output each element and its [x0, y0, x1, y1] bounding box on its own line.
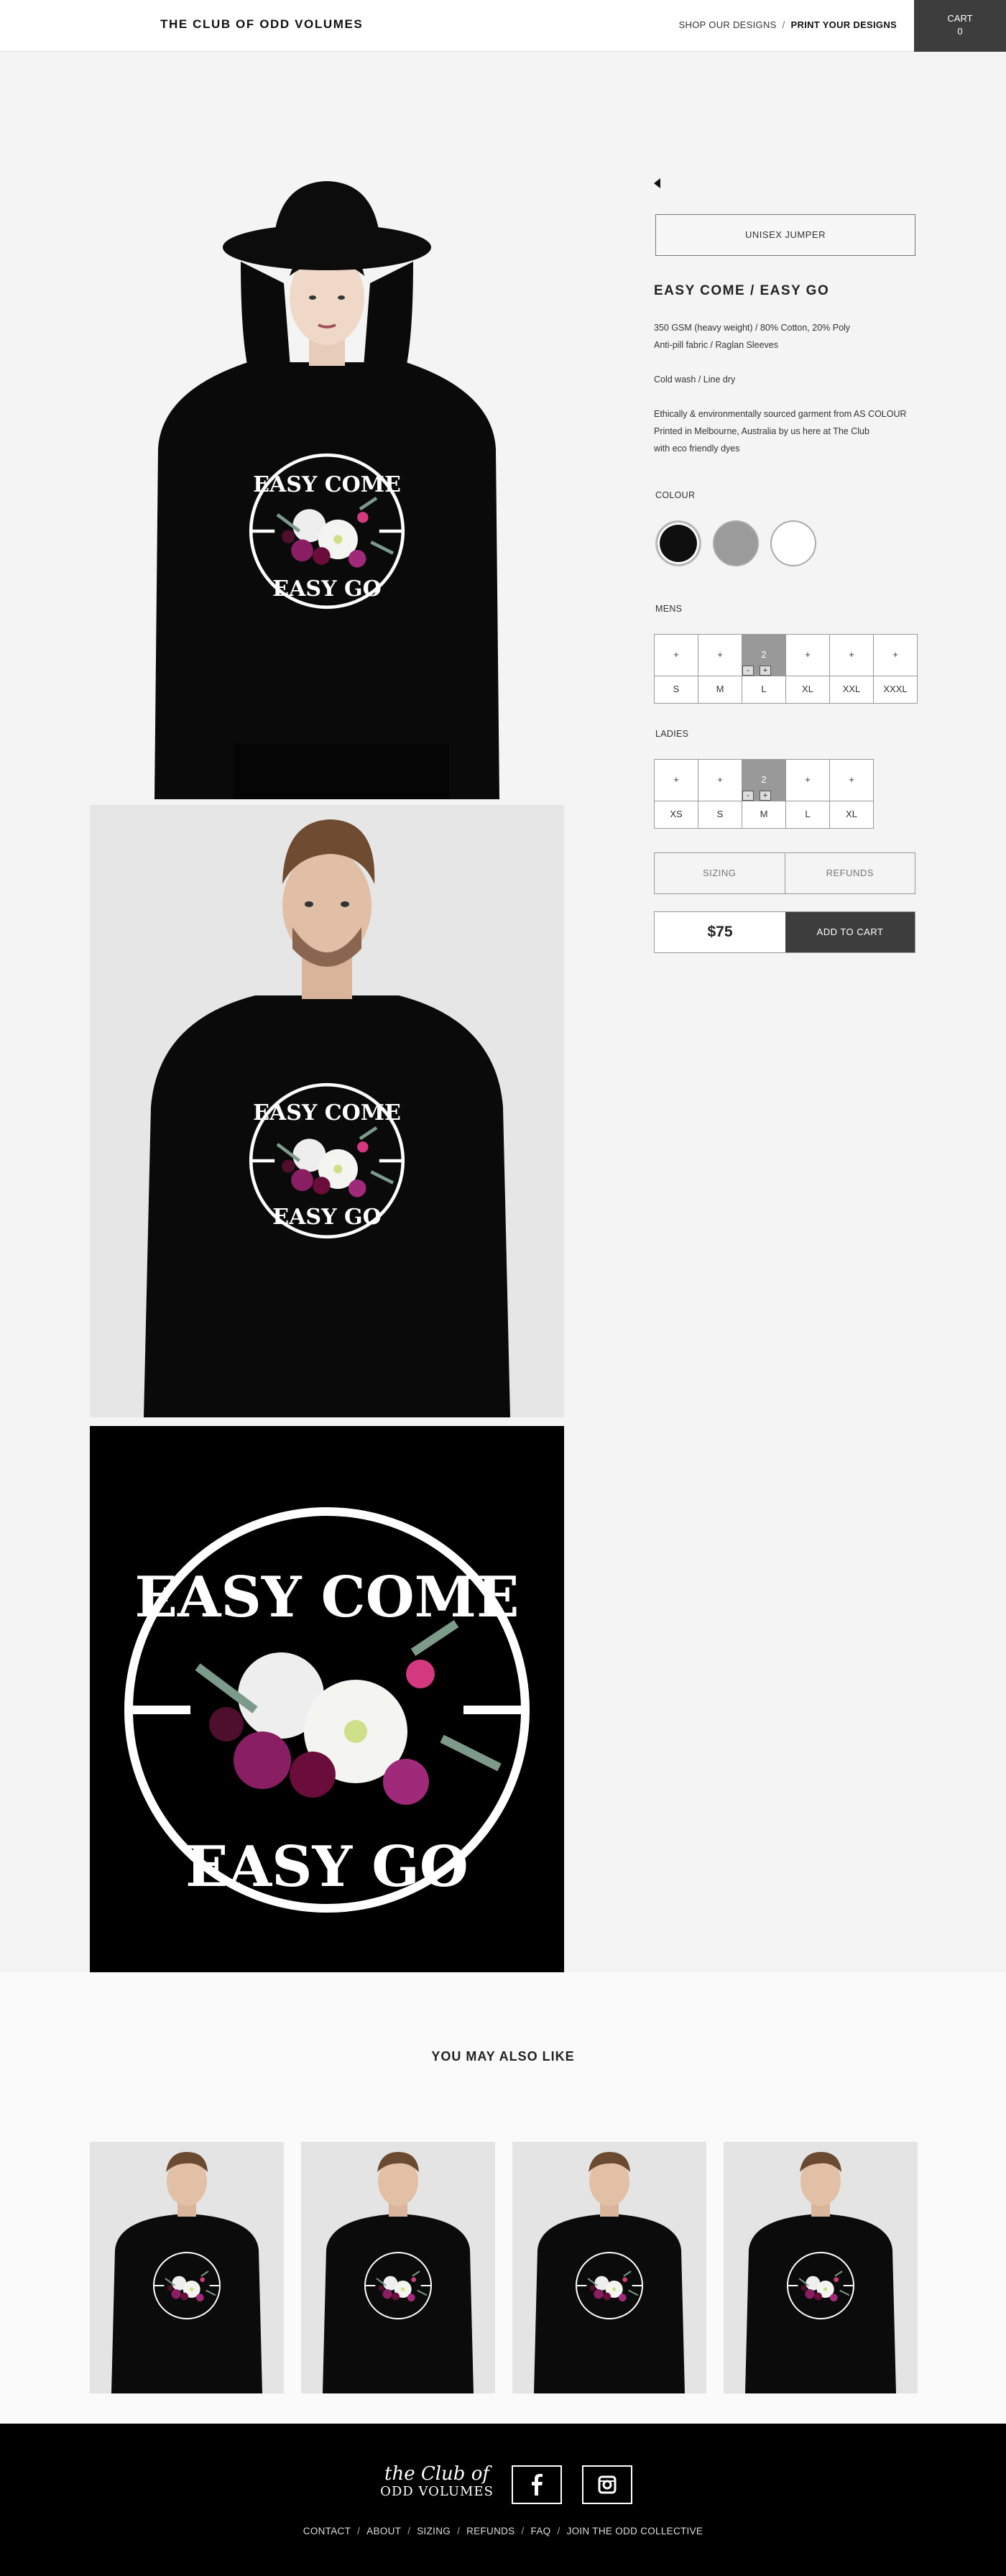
product-section: EASY COME EASY GO EASY COME EASY GO EASY…: [0, 52, 1006, 2024]
related-product-card[interactable]: [90, 2142, 284, 2393]
mens-size-grid: + + 2- + + + + S M L XL XXL XXXL: [654, 634, 918, 704]
related-product-card[interactable]: [301, 2142, 495, 2393]
site-footer: the Club of ODD VOLUMES CONTACT / ABOUT / SI…: [0, 2424, 1006, 2576]
nav-separator: /: [782, 19, 785, 30]
ladies-label: LADIES: [655, 729, 689, 739]
mens-qty-l[interactable]: 2- +: [742, 635, 786, 676]
back-arrow-icon[interactable]: [654, 178, 660, 188]
instagram-icon[interactable]: [582, 2465, 632, 2504]
ladies-size-m: M: [742, 801, 786, 829]
mens-qty-l-value: 2: [761, 649, 767, 660]
ladies-size-xs: XS: [655, 801, 698, 829]
main-nav: SHOP OUR DESIGNS / PRINT YOUR DESIGNS: [679, 19, 897, 30]
desc-line: Printed in Melbourne, Australia by us he…: [654, 426, 869, 436]
ladies-size-s: S: [698, 801, 742, 829]
closeup-text-top: EASY COME: [135, 1565, 520, 1630]
decrement-button[interactable]: -: [742, 666, 754, 676]
related-title: YOU MAY ALSO LIKE: [431, 2049, 575, 2064]
desc-line: Cold wash / Line dry: [654, 374, 736, 385]
footer-link-faq[interactable]: FAQ: [531, 2526, 551, 2536]
mens-size-s: S: [655, 676, 698, 704]
cart-count: 0: [957, 26, 963, 37]
ladies-qty-xl[interactable]: +: [830, 760, 874, 801]
product-title: EASY COME / EASY GO: [654, 283, 830, 298]
ladies-qty-l[interactable]: +: [786, 760, 830, 801]
closeup-text-bottom: EASY GO: [185, 1834, 469, 1900]
graphic-text-bottom: EASY GO: [272, 1205, 381, 1230]
mens-size-xxxl: XXXL: [874, 676, 918, 704]
info-buttons: SIZING REFUNDS: [654, 852, 915, 894]
product-photo-man: EASY COME EASY GO: [90, 805, 564, 1417]
footer-logo-line1: the Club of: [384, 2463, 489, 2485]
desc-line: Ethically & environmentally sourced garm…: [654, 409, 907, 419]
ladies-qty-m-value: 2: [761, 774, 767, 785]
mens-qty-xl[interactable]: +: [786, 635, 830, 676]
sizing-button[interactable]: SIZING: [655, 853, 785, 893]
mens-size-m: M: [698, 676, 742, 704]
colour-swatch-black[interactable]: [655, 520, 701, 566]
facebook-icon[interactable]: [512, 2465, 562, 2504]
related-product-card[interactable]: [512, 2142, 706, 2393]
site-header: THE CLUB OF ODD VOLUMES SHOP OUR DESIGNS…: [0, 0, 1006, 52]
footer-separator: /: [557, 2526, 560, 2536]
mens-qty-xxxl[interactable]: +: [874, 635, 918, 676]
refunds-button[interactable]: REFUNDS: [785, 853, 915, 893]
mens-size-l: L: [742, 676, 786, 704]
purchase-bar: $75 ADD TO CART: [654, 911, 915, 953]
footer-link-contact[interactable]: CONTACT: [303, 2526, 351, 2536]
footer-logo[interactable]: the Club of ODD VOLUMES: [379, 2464, 494, 2507]
increment-button[interactable]: +: [760, 791, 771, 801]
desc-line: 350 GSM (heavy weight) / 80% Cotton, 20%…: [654, 323, 851, 333]
graphic-text-top: EASY COME: [253, 472, 401, 497]
related-product-card[interactable]: [724, 2142, 918, 2393]
footer-separator: /: [407, 2526, 411, 2536]
footer-separator: /: [521, 2526, 525, 2536]
footer-link-join[interactable]: JOIN THE ODD COLLECTIVE: [567, 2526, 703, 2536]
cart-label: CART: [947, 13, 973, 24]
ladies-qty-s[interactable]: +: [698, 760, 742, 801]
ladies-size-xl: XL: [830, 801, 874, 829]
related-products: YOU MAY ALSO LIKE: [0, 1972, 1006, 2424]
nav-print-designs[interactable]: PRINT YOUR DESIGNS: [791, 19, 897, 30]
footer-link-about[interactable]: ABOUT: [366, 2526, 401, 2536]
mens-qty-m[interactable]: +: [698, 635, 742, 676]
product-price: $75: [655, 912, 785, 952]
product-type-selector[interactable]: UNISEX JUMPER: [655, 214, 915, 256]
colour-swatch-white[interactable]: [770, 520, 816, 566]
footer-separator: /: [457, 2526, 461, 2536]
product-photo-print-closeup: EASY COME EASY GO: [90, 1426, 564, 2024]
footer-separator: /: [357, 2526, 361, 2536]
increment-button[interactable]: +: [760, 666, 771, 676]
ladies-qty-m[interactable]: 2- +: [742, 760, 786, 801]
cart-button[interactable]: CART 0: [914, 0, 1006, 52]
footer-links: CONTACT / ABOUT / SIZING / REFUNDS / FAQ / JOIN TH…: [0, 2526, 1006, 2536]
product-description: 350 GSM (heavy weight) / 80% Cotton, 20%…: [654, 319, 915, 474]
ladies-size-l: L: [786, 801, 830, 829]
colour-label: COLOUR: [655, 490, 696, 500]
graphic-text-bottom: EASY GO: [272, 576, 381, 602]
ladies-size-grid: + + 2- + + + XS S M L XL: [654, 759, 874, 829]
mens-label: MENS: [655, 604, 683, 614]
desc-line: Anti-pill fabric / Raglan Sleeves: [654, 340, 778, 350]
mens-size-xxl: XXL: [830, 676, 874, 704]
footer-logo-line2: ODD VOLUMES: [380, 2484, 494, 2499]
ladies-qty-xs[interactable]: +: [655, 760, 698, 801]
graphic-text-top: EASY COME: [253, 1100, 401, 1126]
add-to-cart-button[interactable]: ADD TO CART: [785, 912, 915, 952]
decrement-button[interactable]: -: [742, 791, 754, 801]
mens-size-xl: XL: [786, 676, 830, 704]
colour-swatch-grey[interactable]: [713, 520, 759, 566]
footer-link-sizing[interactable]: SIZING: [417, 2526, 451, 2536]
brand-logo[interactable]: THE CLUB OF ODD VOLUMES: [160, 17, 363, 32]
footer-link-refunds[interactable]: REFUNDS: [466, 2526, 514, 2536]
nav-shop-designs[interactable]: SHOP OUR DESIGNS: [679, 19, 777, 30]
desc-line: with eco friendly dyes: [654, 443, 740, 454]
mens-qty-xxl[interactable]: +: [830, 635, 874, 676]
mens-qty-s[interactable]: +: [655, 635, 698, 676]
product-photo-woman: EASY COME EASY GO: [90, 175, 564, 799]
